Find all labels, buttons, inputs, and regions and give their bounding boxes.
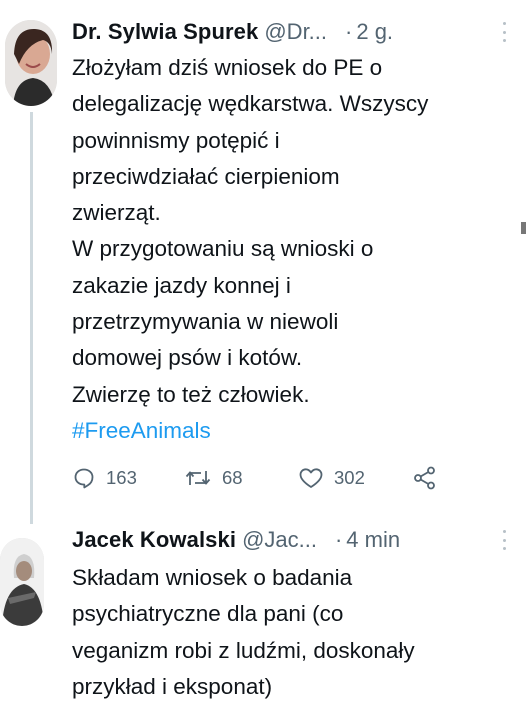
tweet-line: zakazie jazdy konnej i (72, 272, 291, 298)
more-options-icon[interactable] (502, 530, 506, 550)
author-name[interactable]: Dr. Sylwia Spurek (72, 19, 258, 45)
author-handle[interactable]: @Jac... (242, 527, 317, 553)
tweet-header: Jacek Kowalski @Jac... · 4 min (72, 526, 498, 554)
tweet-line: przykład i eksponat) (72, 673, 273, 699)
separator-dot: · (345, 19, 353, 44)
like-button[interactable]: 302 (298, 460, 365, 496)
tweet-line: przeciwdziałać cierpieniom (72, 163, 340, 189)
share-button[interactable] (412, 460, 438, 496)
tweet-line: Złożyłam dziś wniosek do PE o (72, 55, 383, 80)
avatar-photo (0, 538, 44, 626)
tweet-header: Dr. Sylwia Spurek @Dr... · 2 g. (72, 18, 498, 46)
tweet-line: domowej psów i kotów. (72, 345, 303, 371)
tweet-line: zwierząt. (72, 200, 161, 226)
hashtag-link[interactable]: #FreeAnimals (72, 413, 512, 449)
timestamp[interactable]: 2 g. (356, 19, 393, 45)
like-icon (299, 468, 323, 488)
tweet-1[interactable]: Dr. Sylwia Spurek @Dr... · 2 g. Złożyłam… (0, 0, 526, 524)
like-count: 302 (334, 467, 365, 488)
tweet-text: Składam wniosek o badania psychiatryczne… (72, 560, 512, 705)
scrollbar-thumb[interactable] (521, 222, 526, 234)
retweet-count: 68 (222, 467, 243, 488)
reply-icon (74, 468, 94, 489)
tweet-actions: 163 68 302 (72, 460, 472, 496)
author-name[interactable]: Jacek Kowalski (72, 527, 236, 553)
avatar[interactable] (0, 538, 44, 626)
tweet-line: Składam wniosek o badania (72, 565, 353, 590)
thread-line (30, 112, 33, 524)
tweet-line: przetrzymywania w niewoli (72, 309, 339, 335)
timestamp[interactable]: 4 min (346, 527, 400, 553)
retweet-icon (185, 471, 211, 485)
avatar[interactable] (5, 20, 57, 106)
tweet-line: delegalizację wędkarstwa. Wszyscy (72, 91, 429, 117)
reply-button[interactable]: 163 (72, 460, 137, 496)
separator-dot: · (334, 527, 343, 552)
tweet-text: Złożyłam dziś wniosek do PE o delegaliza… (72, 50, 512, 449)
tweet-line: psychiatryczne dla pani (co (72, 601, 344, 627)
tweet-line: Zwierzę to też człowiek. (72, 381, 310, 407)
reply-count: 163 (106, 467, 137, 488)
share-icon (414, 466, 435, 490)
more-options-icon[interactable] (502, 22, 506, 42)
tweet-line: veganizm robi z ludźmi, doskonały (72, 637, 415, 663)
avatar-photo (5, 20, 57, 106)
tweet-2[interactable]: Jacek Kowalski @Jac... · 4 min Składam w… (0, 520, 526, 712)
author-handle[interactable]: @Dr... (264, 19, 327, 45)
tweet-line: W przygotowaniu są wnioski o (72, 236, 374, 262)
retweet-button[interactable]: 68 (184, 460, 243, 496)
tweet-line: powinnismy potępić i (72, 127, 280, 153)
